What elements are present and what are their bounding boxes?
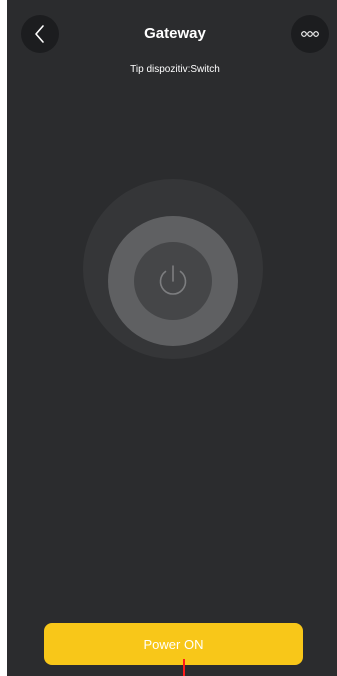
- more-options-button[interactable]: [291, 15, 329, 53]
- page-title: Gateway: [144, 25, 206, 42]
- power-icon: [159, 265, 187, 295]
- more-dots-icon: [301, 31, 319, 37]
- pointer-indicator: [183, 659, 185, 676]
- power-toggle-button[interactable]: [134, 242, 212, 320]
- device-screen: Gateway Tip dispozitiv:Switch Power ON: [7, 0, 337, 676]
- device-type-label: Tip dispozitiv:Switch: [130, 64, 220, 75]
- power-on-button[interactable]: Power ON: [44, 623, 303, 665]
- power-control: [83, 179, 263, 359]
